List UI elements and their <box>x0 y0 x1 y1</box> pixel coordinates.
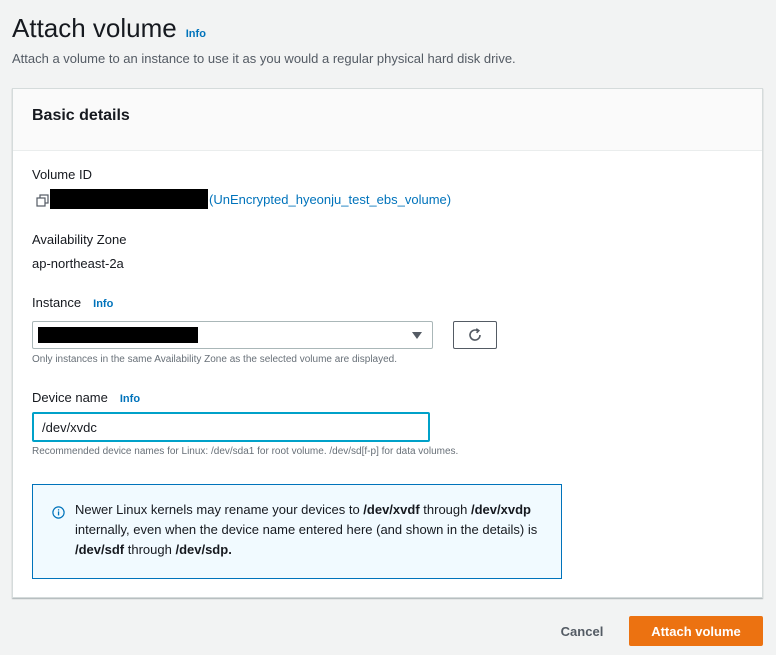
device-info-link[interactable]: Info <box>120 393 140 405</box>
instance-label: Instance Info <box>32 295 113 310</box>
page-subtitle: Attach a volume to an instance to use it… <box>12 51 516 66</box>
caret-down-icon <box>412 332 422 339</box>
instance-label-text: Instance <box>32 295 82 310</box>
page-title: Attach volume <box>12 13 177 43</box>
alert-text: Newer Linux kernels may rename your devi… <box>75 502 538 557</box>
availability-zone-value: ap-northeast-2a <box>32 256 124 271</box>
volume-id-label: Volume ID <box>32 167 92 182</box>
card-title: Basic details <box>32 107 130 124</box>
device-name-label-text: Device name <box>32 390 108 405</box>
instance-select[interactable] <box>32 321 433 349</box>
title-info-link[interactable]: Info <box>186 28 206 40</box>
availability-zone-label: Availability Zone <box>32 232 127 247</box>
volume-name-link[interactable]: (UnEncrypted_hyeonju_test_ebs_volume) <box>209 192 451 207</box>
page-title-row: Attach volume Info <box>12 12 206 44</box>
copy-icon[interactable] <box>36 194 49 207</box>
refresh-icon <box>469 328 481 341</box>
info-circle-icon <box>52 506 65 519</box>
redacted-instance-id <box>38 327 198 343</box>
device-name-hint: Recommended device names for Linux: /dev… <box>32 446 459 457</box>
instance-hint: Only instances in the same Availability … <box>32 354 398 365</box>
device-name-label: Device name Info <box>32 390 140 405</box>
card-header: Basic details <box>13 89 762 151</box>
device-name-input[interactable] <box>32 412 430 442</box>
basic-details-card: Basic details Volume ID (UnEncrypted_hye… <box>12 88 763 598</box>
instance-info-link[interactable]: Info <box>93 298 113 310</box>
cancel-button[interactable]: Cancel <box>552 617 612 645</box>
redacted-volume-id <box>50 189 208 209</box>
refresh-button[interactable] <box>453 321 497 349</box>
info-alert: Newer Linux kernels may rename your devi… <box>32 484 562 579</box>
attach-volume-button[interactable]: Attach volume <box>629 616 763 646</box>
